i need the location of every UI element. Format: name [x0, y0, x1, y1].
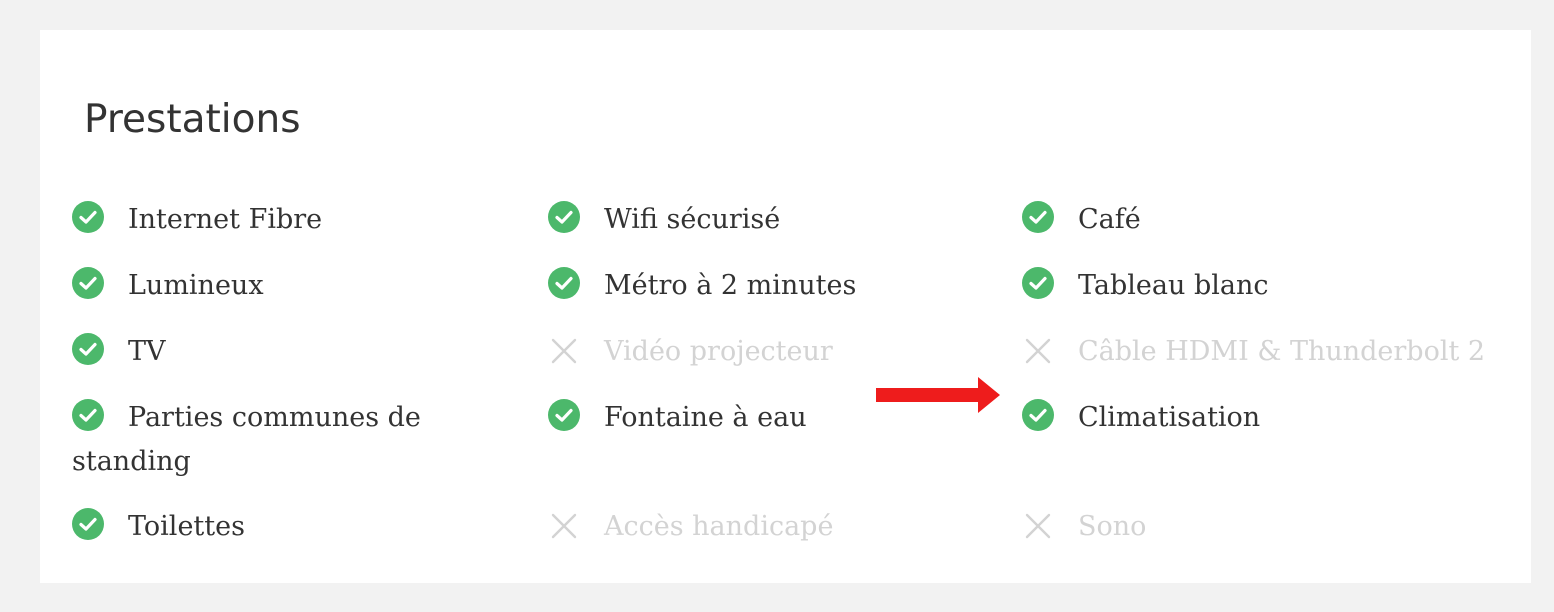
- check-circle-icon: [1022, 267, 1054, 299]
- check-circle-icon: [1022, 201, 1054, 233]
- amenity-sono: Sono: [1022, 505, 1522, 549]
- amenity-label: Accès handicapé: [604, 511, 834, 542]
- amenity-metro: Métro à 2 minutes: [548, 264, 968, 308]
- check-circle-icon: [548, 267, 580, 299]
- amenity-label: TV: [128, 336, 166, 367]
- amenity-label: Climatisation: [1078, 402, 1261, 433]
- amenity-label: Sono: [1078, 511, 1147, 542]
- check-circle-icon: [72, 399, 104, 431]
- amenity-tableau-blanc: Tableau blanc: [1022, 264, 1522, 308]
- amenity-label: Café: [1078, 204, 1141, 235]
- check-circle-icon: [72, 201, 104, 233]
- cross-icon: [548, 333, 580, 365]
- amenity-lumineux: Lumineux: [72, 264, 452, 308]
- amenity-cafe: Café: [1022, 198, 1522, 242]
- check-circle-icon: [72, 267, 104, 299]
- amenity-label: Lumineux: [128, 270, 264, 301]
- amenity-label: Parties communes de standing: [72, 402, 421, 477]
- amenity-video-projecteur: Vidéo projecteur: [548, 330, 968, 374]
- cross-icon: [1022, 508, 1054, 540]
- amenity-label: Métro à 2 minutes: [604, 270, 857, 301]
- amenity-label: Wifi sécurisé: [604, 204, 781, 235]
- check-circle-icon: [548, 201, 580, 233]
- amenity-label: Fontaine à eau: [604, 402, 807, 433]
- amenity-label: Toilettes: [128, 511, 245, 542]
- amenity-internet-fibre: Internet Fibre: [72, 198, 452, 242]
- check-circle-icon: [72, 333, 104, 365]
- check-circle-icon: [72, 508, 104, 540]
- amenity-label: Câble HDMI & Thunderbolt 2: [1078, 336, 1486, 367]
- check-circle-icon: [1022, 399, 1054, 431]
- check-circle-icon: [548, 399, 580, 431]
- amenity-tv: TV: [72, 330, 452, 374]
- amenity-parties-communes: Parties communes de standing: [72, 396, 452, 484]
- cross-icon: [1022, 333, 1054, 365]
- amenity-climatisation: Climatisation: [1022, 396, 1522, 440]
- cross-icon: [548, 508, 580, 540]
- amenity-label: Tableau blanc: [1078, 270, 1269, 301]
- amenity-acces-handicape: Accès handicapé: [548, 505, 968, 549]
- amenity-label: Vidéo projecteur: [604, 336, 833, 367]
- amenity-cable-hdmi: Câble HDMI & Thunderbolt 2: [1022, 330, 1522, 374]
- prestations-card: Prestations Internet Fibre Wifi sécurisé…: [40, 30, 1531, 583]
- amenity-label: Internet Fibre: [128, 204, 323, 235]
- amenity-wifi-securise: Wifi sécurisé: [548, 198, 968, 242]
- amenity-toilettes: Toilettes: [72, 505, 452, 549]
- section-title: Prestations: [84, 97, 301, 142]
- red-arrow-annotation: [876, 377, 1000, 413]
